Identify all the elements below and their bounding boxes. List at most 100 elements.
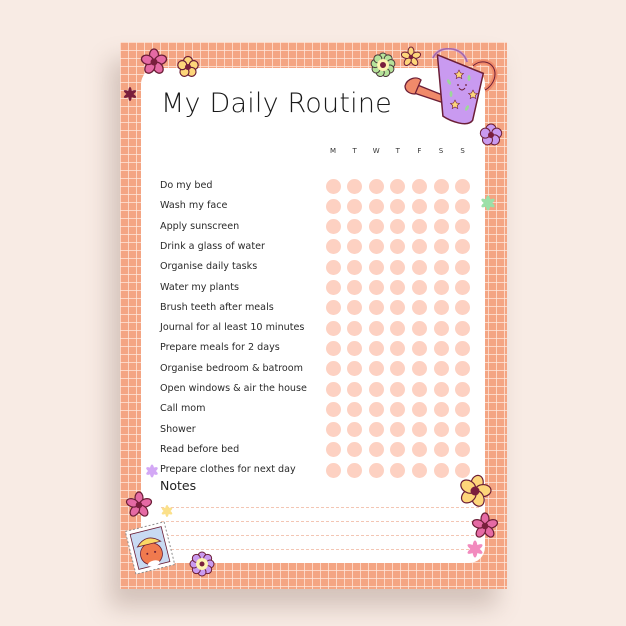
day-checkbox[interactable]: [325, 280, 341, 295]
day-checkbox[interactable]: [390, 300, 406, 316]
day-checkbox[interactable]: [325, 219, 341, 235]
day-checkbox[interactable]: [433, 442, 449, 458]
day-checkbox[interactable]: [347, 320, 363, 336]
day-checkbox[interactable]: [390, 259, 406, 275]
day-checkbox[interactable]: [390, 178, 406, 194]
day-checkbox[interactable]: [368, 219, 384, 235]
day-checkbox[interactable]: [433, 401, 449, 417]
day-checkbox[interactable]: [455, 239, 471, 255]
day-checkbox[interactable]: [325, 462, 341, 478]
day-checkbox[interactable]: [325, 401, 341, 417]
day-checkbox[interactable]: [411, 340, 427, 356]
day-checkbox[interactable]: [347, 401, 363, 417]
day-checkbox[interactable]: [455, 300, 471, 316]
day-checkbox[interactable]: [433, 462, 449, 478]
day-checkbox[interactable]: [455, 219, 471, 235]
day-checkbox[interactable]: [325, 361, 341, 377]
day-checkbox[interactable]: [411, 381, 427, 397]
day-checkbox[interactable]: [455, 198, 471, 214]
day-checkbox[interactable]: [347, 259, 363, 275]
day-checkbox[interactable]: [347, 219, 363, 235]
day-checkbox[interactable]: [390, 462, 406, 478]
note-line[interactable]: [161, 521, 479, 522]
day-checkbox[interactable]: [347, 239, 363, 255]
day-checkbox[interactable]: [368, 259, 384, 275]
day-checkbox[interactable]: [368, 280, 384, 295]
day-checkbox[interactable]: [411, 178, 427, 194]
day-checkbox[interactable]: [390, 361, 406, 377]
day-checkbox[interactable]: [390, 239, 406, 255]
day-checkbox[interactable]: [390, 280, 406, 295]
day-checkbox[interactable]: [433, 178, 449, 194]
day-checkbox[interactable]: [368, 442, 384, 458]
day-checkbox[interactable]: [455, 422, 471, 438]
day-checkbox[interactable]: [433, 239, 449, 255]
day-checkbox[interactable]: [433, 320, 449, 336]
day-checkbox[interactable]: [411, 280, 427, 295]
day-checkbox[interactable]: [433, 198, 449, 214]
day-checkbox[interactable]: [390, 198, 406, 214]
day-checkbox[interactable]: [347, 422, 363, 438]
note-line[interactable]: [161, 507, 479, 508]
day-checkbox[interactable]: [455, 280, 471, 295]
day-checkbox[interactable]: [455, 178, 471, 194]
day-checkbox[interactable]: [347, 178, 363, 194]
day-checkbox[interactable]: [433, 300, 449, 316]
day-checkbox[interactable]: [455, 340, 471, 356]
day-checkbox[interactable]: [390, 219, 406, 235]
day-checkbox[interactable]: [455, 442, 471, 458]
day-checkbox[interactable]: [390, 381, 406, 397]
day-checkbox[interactable]: [411, 259, 427, 275]
day-checkbox[interactable]: [411, 401, 427, 417]
day-checkbox[interactable]: [411, 320, 427, 336]
day-checkbox[interactable]: [433, 361, 449, 377]
day-checkbox[interactable]: [325, 300, 341, 316]
day-checkbox[interactable]: [455, 401, 471, 417]
day-checkbox[interactable]: [368, 300, 384, 316]
day-checkbox[interactable]: [455, 259, 471, 275]
day-checkbox[interactable]: [368, 178, 384, 194]
day-checkbox[interactable]: [390, 401, 406, 417]
day-checkbox[interactable]: [455, 361, 471, 377]
day-checkbox[interactable]: [368, 381, 384, 397]
day-checkbox[interactable]: [411, 300, 427, 316]
day-checkbox[interactable]: [368, 462, 384, 478]
day-checkbox[interactable]: [325, 381, 341, 397]
day-checkbox[interactable]: [433, 259, 449, 275]
day-checkbox[interactable]: [433, 381, 449, 397]
day-checkbox[interactable]: [411, 239, 427, 255]
day-checkbox[interactable]: [325, 259, 341, 275]
day-checkbox[interactable]: [455, 381, 471, 397]
day-checkbox[interactable]: [347, 442, 363, 458]
day-checkbox[interactable]: [390, 320, 406, 336]
day-checkbox[interactable]: [347, 361, 363, 377]
day-checkbox[interactable]: [325, 340, 341, 356]
day-checkbox[interactable]: [390, 340, 406, 356]
day-checkbox[interactable]: [433, 280, 449, 295]
day-checkbox[interactable]: [411, 361, 427, 377]
day-checkbox[interactable]: [325, 320, 341, 336]
day-checkbox[interactable]: [411, 198, 427, 214]
day-checkbox[interactable]: [390, 442, 406, 458]
day-checkbox[interactable]: [433, 340, 449, 356]
day-checkbox[interactable]: [433, 422, 449, 438]
day-checkbox[interactable]: [411, 442, 427, 458]
day-checkbox[interactable]: [347, 381, 363, 397]
day-checkbox[interactable]: [347, 300, 363, 316]
day-checkbox[interactable]: [368, 320, 384, 336]
day-checkbox[interactable]: [325, 178, 341, 194]
day-checkbox[interactable]: [368, 361, 384, 377]
day-checkbox[interactable]: [433, 219, 449, 235]
day-checkbox[interactable]: [368, 401, 384, 417]
day-checkbox[interactable]: [411, 422, 427, 438]
day-checkbox[interactable]: [368, 340, 384, 356]
day-checkbox[interactable]: [325, 239, 341, 255]
day-checkbox[interactable]: [411, 219, 427, 235]
day-checkbox[interactable]: [390, 422, 406, 438]
day-checkbox[interactable]: [325, 198, 341, 214]
day-checkbox[interactable]: [368, 239, 384, 255]
day-checkbox[interactable]: [368, 422, 384, 438]
day-checkbox[interactable]: [411, 462, 427, 478]
day-checkbox[interactable]: [455, 320, 471, 336]
day-checkbox[interactable]: [325, 422, 341, 438]
